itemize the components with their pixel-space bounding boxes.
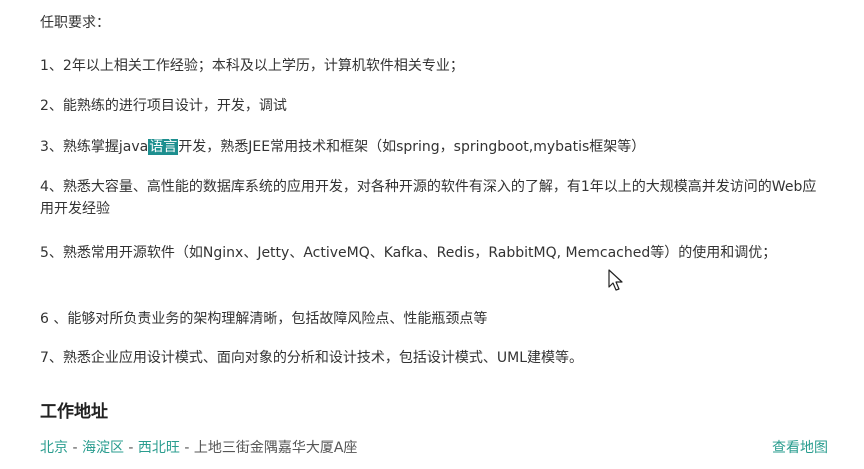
requirement-item-3-before: 3、熟练掌握java [40,139,149,155]
area-link[interactable]: 西北旺 [138,440,180,456]
requirement-item-6: 6 、能够对所负责业务的架构理解清晰，包括故障风险点、性能瓶颈点等 [40,311,488,327]
requirement-item-1: 1、2年以上相关工作经验；本科及以上学历，计算机软件相关专业； [40,58,464,74]
requirement-item-2: 2、能熟练的进行项目设计，开发，调试 [40,98,287,114]
address-separator: - [123,440,138,456]
work-location-title: 工作地址 [40,402,108,422]
requirement-item-3: 3、熟练掌握java语言开发，熟悉JEE常用技术和框架（如spring，spri… [40,136,830,158]
work-address: 北京 - 海淀区 - 西北旺 - 上地三街金隅嘉华大厦A座 查看地图 [40,437,828,459]
mouse-pointer-arrow-icon [608,269,623,291]
view-map-link[interactable]: 查看地图 [772,437,828,459]
address-separator: - [179,440,194,456]
district-link[interactable]: 海淀区 [82,440,124,456]
selected-text-highlight: 语言 [148,139,179,155]
address-detail: 上地三街金隅嘉华大厦A座 [193,440,358,456]
requirement-item-7: 7、熟悉企业应用设计模式、面向对象的分析和设计技术，包括设计模式、UML建模等。 [40,350,584,366]
city-link[interactable]: 北京 [40,440,68,456]
requirement-item-4: 4、熟悉大容量、高性能的数据库系统的应用开发，对各种开源的软件有深入的了解，有1… [40,179,817,217]
requirement-item-5: 5、熟悉常用开源软件（如Nginx、Jetty、ActiveMQ、Kafka、R… [40,245,777,261]
address-separator: - [68,440,82,456]
requirement-item-3-after: 开发，熟悉JEE常用技术和框架（如spring，springboot,mybat… [178,139,646,155]
requirements-title: 任职要求： [40,15,110,31]
